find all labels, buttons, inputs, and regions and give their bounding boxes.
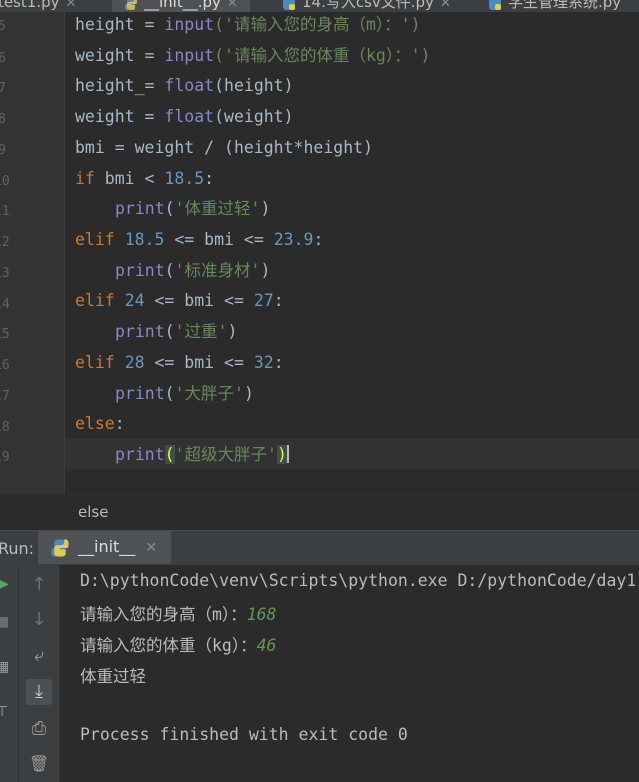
run-tab-label[interactable]: __init__ ✕ <box>50 537 157 558</box>
code-line[interactable]: elif 28 <= bmi <= 32: <box>75 353 284 373</box>
close-icon[interactable]: ✕ <box>440 0 451 11</box>
code-line[interactable]: weight = input('请输入您的体重（kg）：') <box>75 46 430 66</box>
code-line-current[interactable]: print('超级大胖子') <box>115 445 289 465</box>
code-line[interactable]: print('大胖子') <box>115 384 254 404</box>
pin-icon[interactable]: ⊤ <box>0 705 8 719</box>
layout-icon[interactable]: ▦ <box>0 660 9 674</box>
line-number: 8 <box>0 112 6 127</box>
line-number-gutter[interactable]: 5 6 7 8 9 10 11 12 13 14 15 16 17 18 19 <box>0 12 65 494</box>
breadcrumb[interactable]: else <box>78 503 108 521</box>
line-number: 16 <box>0 358 10 373</box>
line-number: 19 <box>0 450 10 465</box>
close-icon[interactable]: ✕ <box>227 0 238 11</box>
run-console[interactable] <box>60 565 639 782</box>
code-line[interactable]: elif 18.5 <= bmi <= 23.9: <box>75 230 323 250</box>
run-actions-toolbar: ▶ ■ ▦ ⊤ <box>0 565 19 782</box>
close-icon[interactable]: ✕ <box>145 540 157 556</box>
arrow-down-icon[interactable]: ↓ <box>26 607 52 633</box>
python-file-icon <box>282 0 296 10</box>
code-line[interactable]: weight = float(weight) <box>75 107 294 127</box>
tab-test1[interactable]: test1.py ✕ <box>0 0 76 12</box>
line-number: 18 <box>0 420 10 435</box>
python-file-icon <box>124 0 138 10</box>
code-line[interactable]: bmi = weight / (height*height) <box>75 138 373 158</box>
rerun-icon[interactable]: ▶ <box>0 577 9 591</box>
console-line: 请输入您的身高（m）：168 <box>80 605 277 624</box>
python-file-icon <box>488 0 502 10</box>
code-line[interactable]: height_= float(height) <box>75 76 294 96</box>
trash-icon[interactable]: 🗑 <box>26 751 52 777</box>
console-command-line: D:\pythonCode\venv\Scripts\python.exe D:… <box>80 571 637 590</box>
code-line[interactable]: print('过重') <box>115 322 237 342</box>
run-label: Run: <box>0 539 35 558</box>
close-icon[interactable]: ✕ <box>66 0 77 11</box>
line-number: 13 <box>0 266 10 281</box>
console-line: 请输入您的体重（kg）：46 <box>80 636 277 655</box>
code-line[interactable]: elif 24 <= bmi <= 27: <box>75 291 284 311</box>
line-number: 10 <box>0 174 10 189</box>
line-number: 9 <box>0 143 6 158</box>
line-number: 11 <box>0 204 10 219</box>
code-line[interactable]: height = input('请输入您的身高（m）：') <box>75 15 421 35</box>
code-line[interactable]: print('标准身材') <box>115 261 270 281</box>
arrow-up-icon[interactable]: ↑ <box>26 572 52 598</box>
stop-icon[interactable]: ■ <box>0 615 9 629</box>
text-caret <box>286 445 289 463</box>
line-number: 12 <box>0 235 10 250</box>
python-icon <box>50 538 70 558</box>
line-number: 17 <box>0 389 10 404</box>
console-output: 体重过轻 <box>80 667 146 686</box>
soft-wrap-icon[interactable]: ⤶ <box>26 643 52 669</box>
tab-init[interactable]: __init__.py ✕ <box>112 0 250 12</box>
line-number: 6 <box>0 51 6 66</box>
line-number: 15 <box>0 327 10 342</box>
code-line[interactable]: print('体重过轻') <box>115 199 270 219</box>
code-line[interactable]: else: <box>75 414 125 434</box>
console-actions-toolbar: ↑ ↓ ⤶ ⤓ ⎙ 🗑 <box>19 565 60 782</box>
tab-student-system[interactable]: 学生管理系统.py <box>480 0 629 12</box>
scroll-to-end-icon[interactable]: ⤓ <box>26 679 52 705</box>
print-icon[interactable]: ⎙ <box>26 716 52 742</box>
code-line[interactable]: if bmi < 18.5: <box>75 169 214 189</box>
console-exit-message: Process finished with exit code 0 <box>80 725 408 744</box>
line-number: 7 <box>0 81 6 96</box>
tab-csv[interactable]: 14.写入csv文件.py ✕ <box>272 0 461 12</box>
line-number: 5 <box>0 19 6 34</box>
line-number: 14 <box>0 297 10 312</box>
